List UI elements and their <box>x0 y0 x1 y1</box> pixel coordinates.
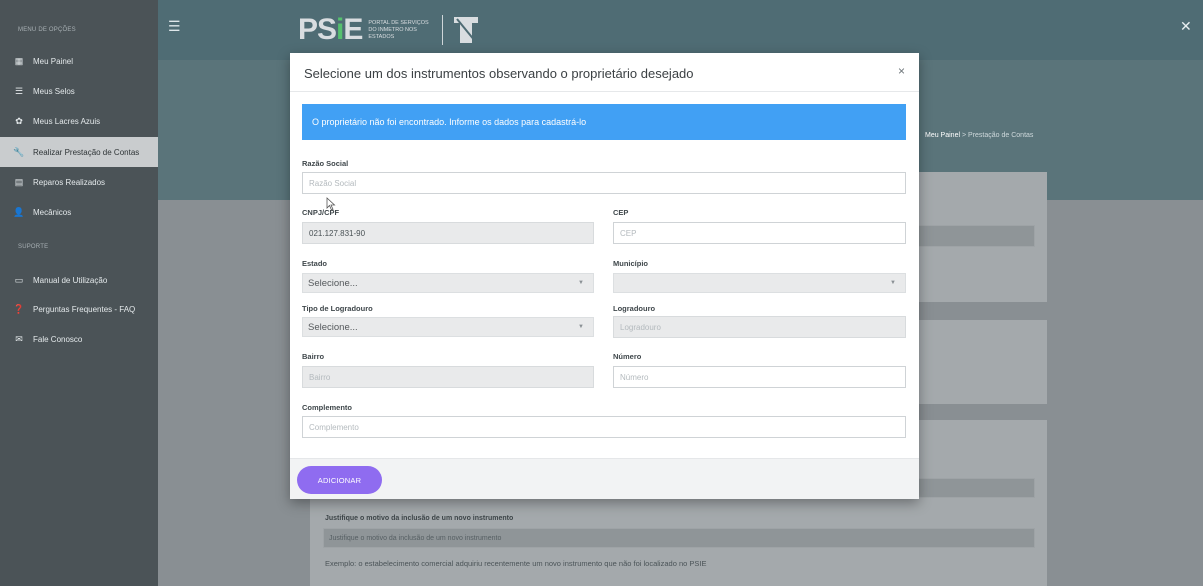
complemento-label: Complemento <box>302 403 353 412</box>
breadcrumb-current: Prestação de Contas <box>968 132 1034 139</box>
example-text: Exemplo: o estabelecimento comercial adq… <box>325 559 707 568</box>
tipo-logradouro-select[interactable]: Selecione... ▼ <box>302 317 594 337</box>
background-select <box>900 478 1035 498</box>
justify-label: Justifique o motivo da inclusão de um no… <box>325 515 514 522</box>
table-icon: ☰ <box>14 85 24 96</box>
bairro-input[interactable]: Bairro <box>302 366 594 388</box>
sidebar-item-meu-painel[interactable]: ▦ Meu Painel <box>0 46 158 76</box>
owner-modal: Selecione um dos instrumentos observando… <box>290 53 919 499</box>
logradouro-label: Logradouro <box>613 304 656 313</box>
psie-logo: PSiE PORTAL DE SERVIÇOS DO INMETRO NOS E… <box>298 12 479 48</box>
modal-footer <box>290 458 919 499</box>
breadcrumb-home[interactable]: Meu Painel <box>925 132 960 139</box>
question-icon: ❓ <box>13 303 25 314</box>
breadcrumb: Meu Painel > Prestação de Contas <box>925 132 1034 139</box>
justify-input[interactable]: Justifique o motivo da inclusão de um no… <box>323 528 1035 548</box>
wrench-icon: 🔧 <box>13 146 25 157</box>
sidebar-section-support: SUPORTE <box>18 244 49 250</box>
dashboard-icon: ▦ <box>14 55 24 66</box>
sidebar-item-prestacao-contas[interactable]: 🔧 Realizar Prestação de Contas <box>0 137 158 167</box>
logradouro-input[interactable]: Logradouro <box>613 316 906 338</box>
estado-label: Estado <box>302 259 328 268</box>
user-icon: 👤 <box>13 206 25 217</box>
sidebar-item-meus-selos[interactable]: ☰ Meus Selos <box>0 76 158 106</box>
sidebar-item-label: Mecânicos <box>33 207 72 217</box>
sidebar-item-label: Fale Conosco <box>33 334 83 344</box>
hamburger-menu-icon[interactable]: ☰ <box>168 18 181 35</box>
logo-wordmark: PSiE <box>298 13 363 46</box>
razao-social-label: Razão Social <box>302 159 349 168</box>
municipio-select[interactable]: ▼ <box>613 273 906 293</box>
sidebar-section-menu: MENU DE OPÇÕES <box>18 27 76 33</box>
logo-divider <box>442 15 444 45</box>
book-icon: ▭ <box>14 274 24 285</box>
modal-divider <box>290 91 919 92</box>
close-icon[interactable]: ✕ <box>1180 18 1192 35</box>
complemento-input[interactable]: Complemento <box>302 416 906 438</box>
razao-social-input[interactable]: Razão Social <box>302 172 906 194</box>
bairro-label: Bairro <box>302 352 325 361</box>
owner-not-found-alert: O proprietário não foi encontrado. Infor… <box>302 104 906 140</box>
cep-label: CEP <box>613 208 629 217</box>
sidebar-item-reparos[interactable]: ▤ Reparos Realizados <box>0 167 158 197</box>
inmetro-logo-icon <box>454 17 479 43</box>
modal-close-icon[interactable]: × <box>898 64 905 78</box>
sidebar-item-faq[interactable]: ❓ Perguntas Frequentes - FAQ <box>0 294 158 324</box>
background-field <box>900 225 1035 247</box>
chevron-down-icon: ▼ <box>890 280 896 286</box>
cep-input[interactable]: CEP <box>613 222 906 244</box>
sidebar-item-label: Meu Painel <box>33 56 74 66</box>
sidebar-item-mecanicos[interactable]: 👤 Mecânicos <box>0 197 158 227</box>
chevron-down-icon: ▼ <box>578 280 584 286</box>
numero-label: Número <box>613 352 642 361</box>
chevron-down-icon: ▼ <box>578 324 584 330</box>
sidebar-item-label: Reparos Realizados <box>33 177 106 187</box>
seal-icon: ✿ <box>15 115 23 126</box>
sidebar-item-label: Meus Lacres Azuis <box>33 116 101 126</box>
sidebar-item-fale-conosco[interactable]: ✉ Fale Conosco <box>0 324 158 354</box>
sidebar-item-lacres-azuis[interactable]: ✿ Meus Lacres Azuis <box>0 106 158 136</box>
estado-select[interactable]: Selecione... ▼ <box>302 273 594 293</box>
sidebar-item-label: Manual de Utilização <box>33 275 108 285</box>
tipo-logradouro-label: Tipo de Logradouro <box>302 304 373 313</box>
modal-title: Selecione um dos instrumentos observando… <box>304 66 694 81</box>
sidebar-item-label: Realizar Prestação de Contas <box>33 147 140 157</box>
municipio-label: Município <box>613 259 648 268</box>
add-button[interactable]: ADICIONAR <box>297 466 382 494</box>
cnpj-input[interactable]: 021.127.831-90 <box>302 222 594 244</box>
logo-tagline: PORTAL DE SERVIÇOS DO INMETRO NOS ESTADO… <box>368 19 429 40</box>
sidebar-item-label: Perguntas Frequentes - FAQ <box>33 304 136 314</box>
sidebar: MENU DE OPÇÕES ▦ Meu Painel ☰ Meus Selos… <box>0 0 158 586</box>
mouse-cursor-icon <box>326 197 336 211</box>
sidebar-item-manual[interactable]: ▭ Manual de Utilização <box>0 265 158 295</box>
document-icon: ▤ <box>14 176 24 187</box>
numero-input[interactable]: Número <box>613 366 906 388</box>
sidebar-item-label: Meus Selos <box>33 86 75 96</box>
envelope-icon: ✉ <box>15 333 23 344</box>
